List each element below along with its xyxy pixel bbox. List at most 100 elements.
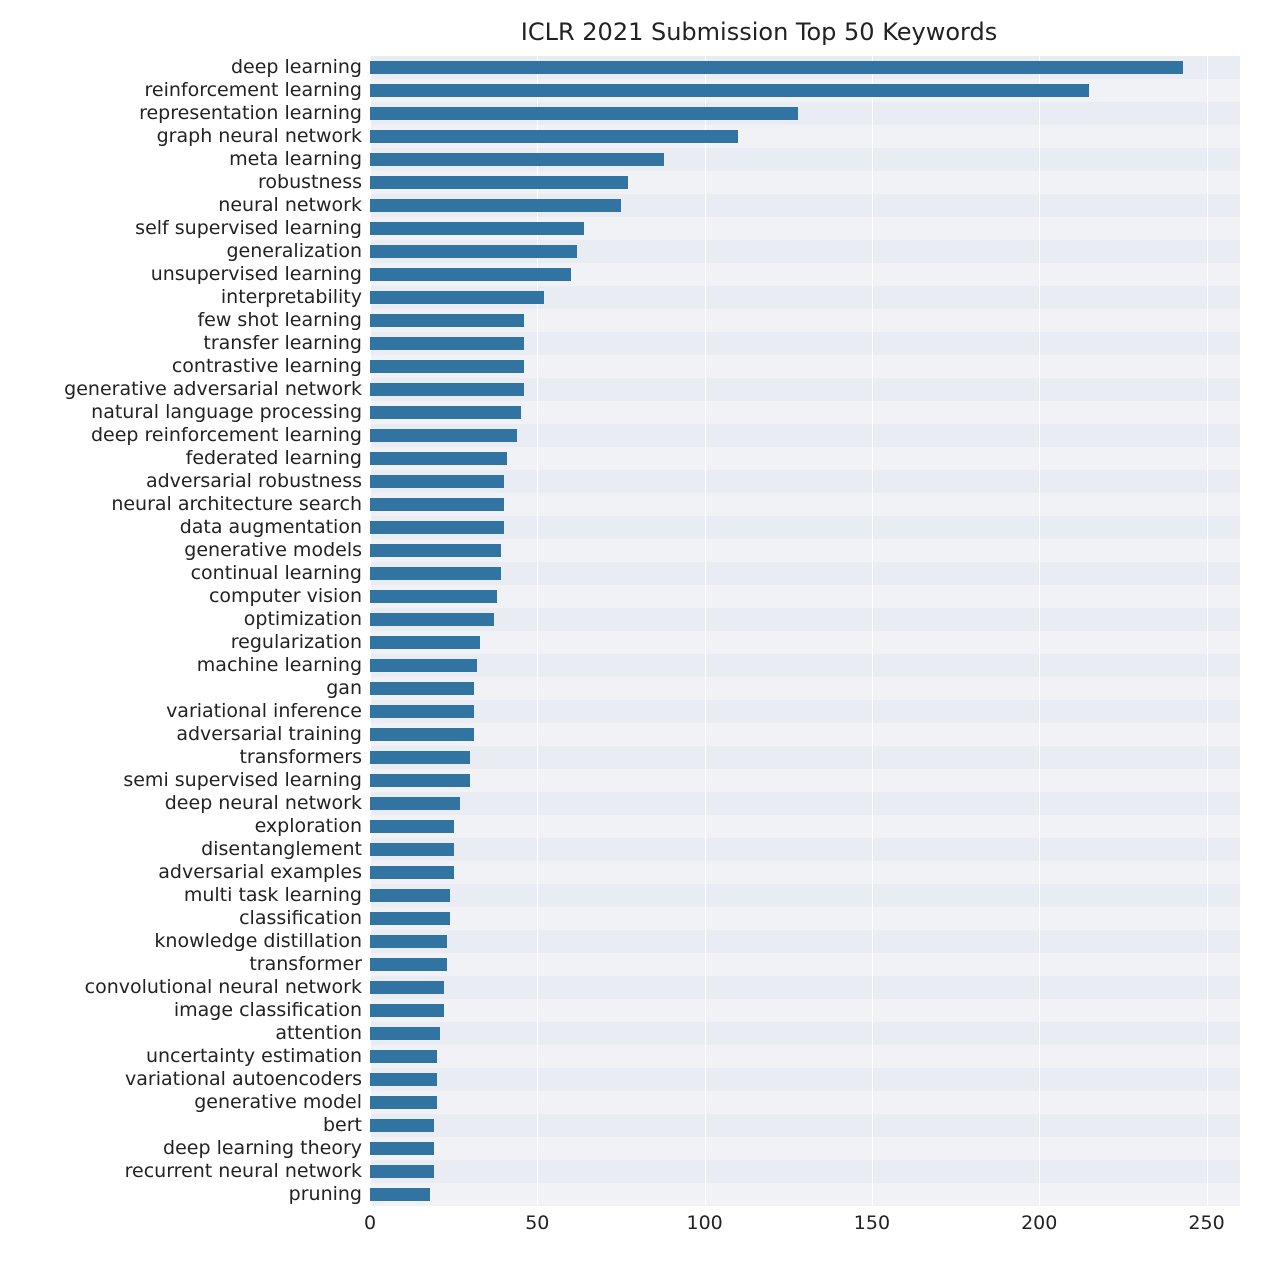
- bar: [370, 245, 577, 259]
- y-tick-label: meta learning: [2, 150, 362, 169]
- bar: [370, 797, 460, 811]
- bar: [370, 889, 450, 903]
- bar: [370, 728, 474, 742]
- y-tick-label: generative models: [2, 541, 362, 560]
- bar: [370, 222, 584, 236]
- x-tick-label: 250: [1188, 1212, 1224, 1234]
- bar: [370, 935, 447, 949]
- y-tick-label: optimization: [2, 610, 362, 629]
- bar: [370, 153, 664, 167]
- y-tick-label: deep neural network: [2, 794, 362, 813]
- y-tick-label: robustness: [2, 173, 362, 192]
- bar: [370, 107, 798, 121]
- y-tick-label: bert: [2, 1116, 362, 1135]
- row-stripe: [370, 1045, 1240, 1068]
- x-tick-label: 0: [364, 1212, 376, 1234]
- bar: [370, 866, 454, 880]
- row-stripe: [370, 861, 1240, 884]
- row-stripe: [370, 953, 1240, 976]
- row-stripe: [370, 769, 1240, 792]
- x-tick-label: 50: [525, 1212, 549, 1234]
- y-tick-label: variational autoencoders: [2, 1070, 362, 1089]
- bar: [370, 429, 517, 443]
- chart-title: ICLR 2021 Submission Top 50 Keywords: [0, 18, 1278, 46]
- x-tick-label: 200: [1021, 1212, 1057, 1234]
- y-tick-label: adversarial examples: [2, 863, 362, 882]
- y-tick-label: classification: [2, 909, 362, 928]
- y-tick-label: adversarial robustness: [2, 472, 362, 491]
- bar: [370, 1004, 444, 1018]
- y-tick-label: generalization: [2, 242, 362, 261]
- row-stripe: [370, 1183, 1240, 1206]
- row-stripe: [370, 999, 1240, 1022]
- bar: [370, 176, 628, 190]
- bar: [370, 199, 621, 213]
- bar: [370, 452, 507, 466]
- y-tick-label: neural network: [2, 196, 362, 215]
- row-stripe: [370, 585, 1240, 608]
- bar: [370, 958, 447, 972]
- y-tick-label: self supervised learning: [2, 219, 362, 238]
- bar: [370, 1050, 437, 1064]
- bar: [370, 981, 444, 995]
- y-tick-label: reinforcement learning: [2, 81, 362, 100]
- row-stripe: [370, 677, 1240, 700]
- bar: [370, 1165, 434, 1179]
- y-tick-label: uncertainty estimation: [2, 1047, 362, 1066]
- y-tick-label: generative adversarial network: [2, 380, 362, 399]
- bar: [370, 590, 497, 604]
- bar: [370, 383, 524, 397]
- y-tick-label: disentanglement: [2, 840, 362, 859]
- row-stripe: [370, 539, 1240, 562]
- y-tick-label: recurrent neural network: [2, 1162, 362, 1181]
- y-tick-label: gan: [2, 679, 362, 698]
- y-tick-label: pruning: [2, 1185, 362, 1204]
- bar: [370, 1096, 437, 1110]
- y-tick-label: variational inference: [2, 702, 362, 721]
- bar: [370, 314, 524, 328]
- bar: [370, 705, 474, 719]
- bar: [370, 406, 521, 420]
- y-tick-label: knowledge distillation: [2, 932, 362, 951]
- bar: [370, 268, 571, 282]
- y-tick-label: exploration: [2, 817, 362, 836]
- y-tick-label: neural architecture search: [2, 495, 362, 514]
- bar: [370, 659, 477, 673]
- y-tick-label: federated learning: [2, 449, 362, 468]
- x-tick-label: 100: [686, 1212, 722, 1234]
- y-tick-label: transformers: [2, 748, 362, 767]
- bar: [370, 360, 524, 374]
- bar: [370, 820, 454, 834]
- y-tick-label: attention: [2, 1024, 362, 1043]
- row-stripe: [370, 631, 1240, 654]
- bar: [370, 636, 480, 650]
- bar: [370, 84, 1089, 98]
- bar: [370, 774, 470, 788]
- y-tick-label: transformer: [2, 955, 362, 974]
- row-stripe: [370, 907, 1240, 930]
- bar: [370, 843, 454, 857]
- row-stripe: [370, 723, 1240, 746]
- y-tick-label: data augmentation: [2, 518, 362, 537]
- y-tick-label: convolutional neural network: [2, 978, 362, 997]
- y-tick-label: computer vision: [2, 587, 362, 606]
- y-tick-label: continual learning: [2, 564, 362, 583]
- y-tick-label: graph neural network: [2, 127, 362, 146]
- bar: [370, 912, 450, 926]
- y-tick-label: adversarial training: [2, 725, 362, 744]
- bar: [370, 1188, 430, 1202]
- y-tick-label: natural language processing: [2, 403, 362, 422]
- y-tick-label: regularization: [2, 633, 362, 652]
- y-tick-label: unsupervised learning: [2, 265, 362, 284]
- bar: [370, 498, 504, 512]
- bar: [370, 1119, 434, 1133]
- y-tick-label: deep learning theory: [2, 1139, 362, 1158]
- y-tick-label: contrastive learning: [2, 357, 362, 376]
- y-tick-label: machine learning: [2, 656, 362, 675]
- bar: [370, 613, 494, 627]
- bar: [370, 61, 1183, 75]
- row-stripe: [370, 1091, 1240, 1114]
- bar: [370, 130, 738, 144]
- figure: ICLR 2021 Submission Top 50 Keywords dee…: [0, 0, 1278, 1276]
- bar: [370, 475, 504, 489]
